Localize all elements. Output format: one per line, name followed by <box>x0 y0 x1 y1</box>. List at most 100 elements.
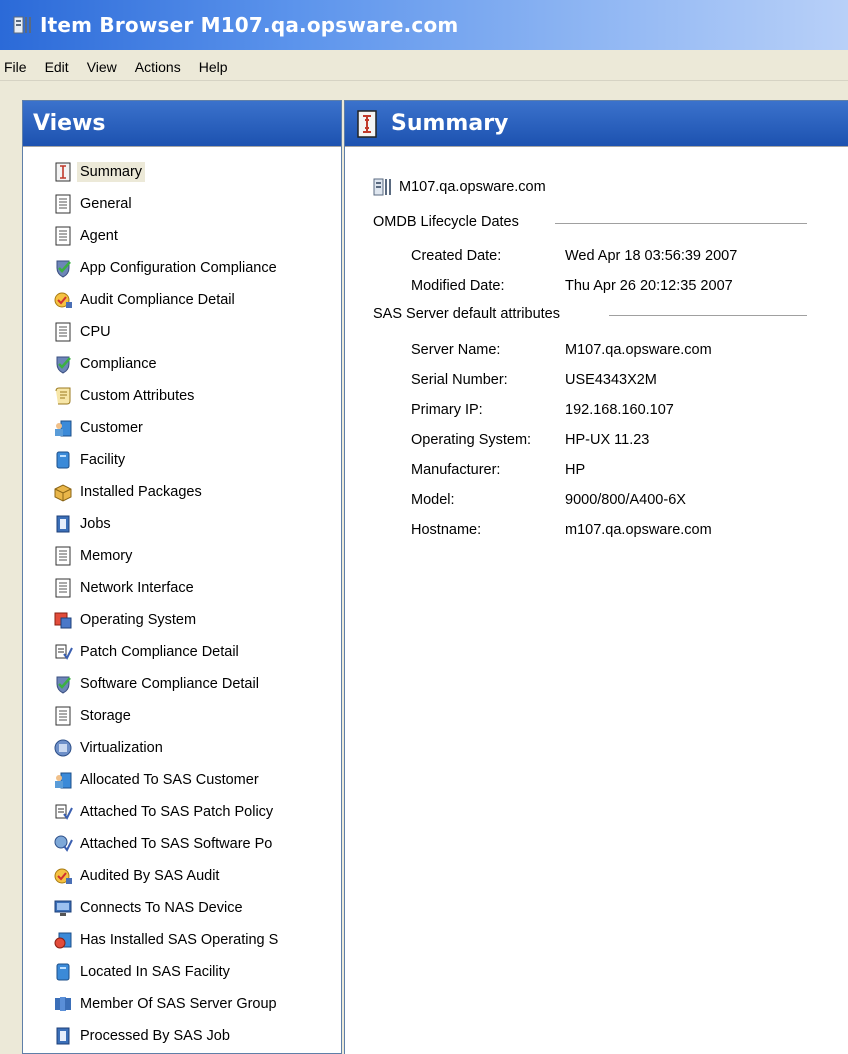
view-item-software-compliance-detail[interactable]: Software Compliance Detail <box>53 669 262 699</box>
menu-help[interactable]: Help <box>190 56 237 78</box>
facility-icon <box>56 963 70 981</box>
field-value: HP-UX 11.23 <box>565 432 650 448</box>
field-label: Primary IP: <box>411 402 483 418</box>
view-item-label: Patch Compliance Detail <box>80 644 239 660</box>
view-item-label: Allocated To SAS Customer <box>80 772 259 788</box>
view-item-app-configuration-compliance[interactable]: App Configuration Compliance <box>53 253 280 283</box>
view-item-cpu[interactable]: CPU <box>53 317 114 347</box>
job-icon <box>56 1027 70 1045</box>
view-item-attached-to-sas-patch-policy[interactable]: Attached To SAS Patch Policy <box>53 797 276 827</box>
view-item-label: Audited By SAS Audit <box>80 868 220 884</box>
view-item-patch-compliance-detail[interactable]: Patch Compliance Detail <box>53 637 242 667</box>
lifecycle-group-divider <box>555 223 807 224</box>
view-item-label: Network Interface <box>80 580 194 596</box>
monitor-icon <box>54 900 72 916</box>
view-item-connects-to-nas-device[interactable]: Connects To NAS Device <box>53 893 246 923</box>
view-item-label: CPU <box>80 324 111 340</box>
document-icon <box>55 194 71 214</box>
menu-view[interactable]: View <box>78 56 126 78</box>
field-value: HP <box>565 462 586 478</box>
view-item-label: Audit Compliance Detail <box>80 292 235 308</box>
views-panel-header: Views <box>23 101 341 147</box>
field-value: M107.qa.opsware.com <box>565 342 712 358</box>
view-item-allocated-to-sas-customer[interactable]: Allocated To SAS Customer <box>53 765 262 795</box>
view-item-label: Memory <box>80 548 133 564</box>
summary-icon <box>357 109 377 138</box>
view-item-label: Customer <box>80 420 143 436</box>
document-icon <box>55 578 71 598</box>
field-label: Server Name: <box>411 342 501 358</box>
attributes-group-title: SAS Server default attributes <box>373 306 560 322</box>
host-row: M107.qa.opsware.com <box>373 176 546 198</box>
operating-system-icon <box>54 612 72 629</box>
field-label: Created Date: <box>411 248 502 264</box>
view-item-audit-compliance-detail[interactable]: Audit Compliance Detail <box>53 285 238 315</box>
view-item-installed-packages[interactable]: Installed Packages <box>53 477 205 507</box>
view-item-label: Attached To SAS Patch Policy <box>80 804 274 820</box>
window-titlebar[interactable]: Item Browser M107.qa.opsware.com <box>0 0 848 50</box>
field-label: Hostname: <box>411 522 482 538</box>
view-item-label: Virtualization <box>80 740 163 756</box>
document-icon <box>55 322 71 342</box>
compliance-shield-icon <box>56 260 71 278</box>
compliance-shield-icon <box>56 356 71 374</box>
view-item-label: App Configuration Compliance <box>80 260 277 276</box>
view-item-summary[interactable]: Summary <box>53 157 146 187</box>
menu-edit[interactable]: Edit <box>36 56 78 78</box>
view-item-label: Jobs <box>80 516 111 532</box>
view-item-located-in-sas-facility[interactable]: Located In SAS Facility <box>53 957 233 987</box>
summary-panel-title: Summary <box>391 111 509 136</box>
view-item-label: Processed By SAS Job <box>80 1028 230 1044</box>
audit-icon <box>54 868 72 884</box>
software-policy-icon <box>54 835 73 852</box>
os-install-icon <box>54 932 72 949</box>
attributes-group-divider <box>609 315 807 316</box>
document-icon <box>55 706 71 726</box>
patch-policy-icon <box>55 644 73 660</box>
job-icon <box>56 515 70 533</box>
server-icon <box>373 178 391 196</box>
menu-actions[interactable]: Actions <box>126 56 190 78</box>
customer-icon <box>55 420 72 437</box>
document-icon <box>55 546 71 566</box>
view-item-network-interface[interactable]: Network Interface <box>53 573 197 603</box>
view-item-audited-by-sas-audit[interactable]: Audited By SAS Audit <box>53 861 222 891</box>
view-item-memory[interactable]: Memory <box>53 541 135 571</box>
view-item-member-of-sas-server-group[interactable]: Member Of SAS Server Group <box>53 989 280 1019</box>
server-icon <box>13 16 31 34</box>
view-item-label: Installed Packages <box>80 484 202 500</box>
view-item-label: General <box>80 196 132 212</box>
view-item-attached-to-sas-software-po[interactable]: Attached To SAS Software Po <box>53 829 275 859</box>
view-item-general[interactable]: General <box>53 189 135 219</box>
summary-panel-header: Summary <box>345 101 848 147</box>
view-item-operating-system[interactable]: Operating System <box>53 605 199 635</box>
field-value: 9000/800/A400-6X <box>565 492 686 508</box>
host-name: M107.qa.opsware.com <box>399 179 546 195</box>
window-title: Item Browser M107.qa.opsware.com <box>40 13 459 37</box>
view-item-label: Operating System <box>80 612 197 628</box>
virtualization-icon <box>54 739 72 757</box>
view-item-has-installed-sas-operating-s[interactable]: Has Installed SAS Operating S <box>53 925 281 955</box>
view-item-facility[interactable]: Facility <box>53 445 128 475</box>
view-item-processed-by-sas-job[interactable]: Processed By SAS Job <box>53 1021 233 1051</box>
customer-icon <box>55 772 72 789</box>
view-item-label: Summary <box>77 162 146 182</box>
view-item-label: Connects To NAS Device <box>80 900 243 916</box>
field-value: Thu Apr 26 20:12:35 2007 <box>565 278 733 294</box>
view-item-label: Compliance <box>80 356 157 372</box>
view-item-custom-attributes[interactable]: Custom Attributes <box>53 381 197 411</box>
view-item-label: Custom Attributes <box>80 388 195 404</box>
menu-file[interactable]: File <box>0 56 36 78</box>
field-value: USE4343X2M <box>565 372 657 388</box>
view-item-agent[interactable]: Agent <box>53 221 121 251</box>
view-item-storage[interactable]: Storage <box>53 701 134 731</box>
view-item-compliance[interactable]: Compliance <box>53 349 160 379</box>
scroll-icon <box>55 387 71 405</box>
view-item-customer[interactable]: Customer <box>53 413 146 443</box>
field-value: Wed Apr 18 03:56:39 2007 <box>565 248 738 264</box>
field-value: 192.168.160.107 <box>565 402 674 418</box>
patch-policy-icon <box>55 804 73 820</box>
view-item-jobs[interactable]: Jobs <box>53 509 114 539</box>
view-item-virtualization[interactable]: Virtualization <box>53 733 166 763</box>
lifecycle-group-title: OMDB Lifecycle Dates <box>373 214 519 230</box>
